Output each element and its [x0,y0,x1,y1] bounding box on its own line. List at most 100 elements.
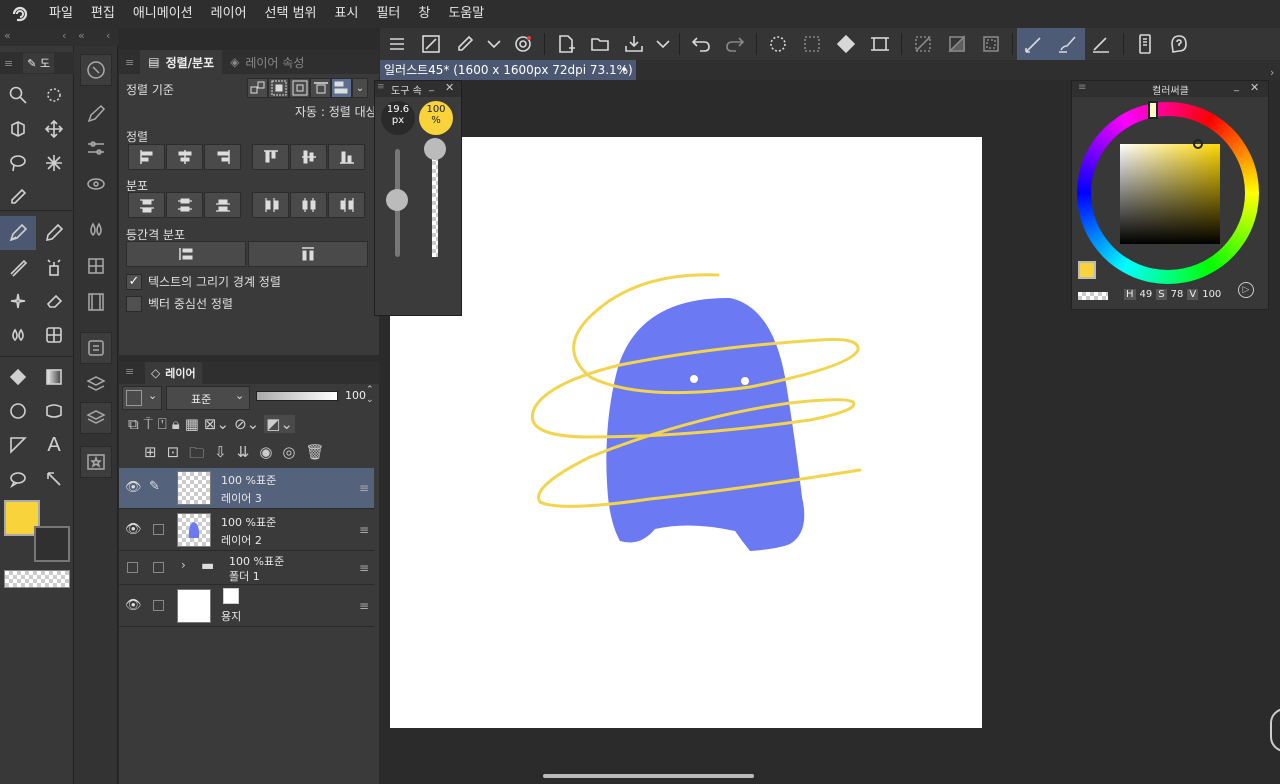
hue-picker-handle[interactable] [1148,101,1158,119]
deselect-button[interactable] [761,28,795,60]
line-correction-tool[interactable] [36,462,72,496]
brush-stroke-button[interactable] [1051,28,1085,60]
mask-apply-icon[interactable]: ◎ [282,443,295,468]
transparent-chip[interactable] [1078,292,1108,300]
brush-size-indicator[interactable]: 19.6 px [381,101,415,135]
align-vcenter-button[interactable] [290,144,327,170]
distribute-bottom-button[interactable] [204,192,241,218]
fill-tool[interactable] [0,360,36,394]
minimize-icon[interactable]: _ [429,81,434,92]
save-dropdown[interactable] [651,28,675,60]
undo-button[interactable] [684,28,718,60]
new-vector-layer-icon[interactable]: ⊡ [167,443,180,468]
navigator-button[interactable] [80,54,112,86]
decoration-tool[interactable] [0,284,36,318]
collapse-right-icon[interactable]: ‹ [62,29,66,42]
layer-edit-checkbox[interactable] [153,524,164,535]
align-panel-button[interactable] [80,332,112,364]
grid-tool[interactable] [36,318,72,352]
saturation-value-square[interactable] [1120,144,1220,244]
menu-help[interactable]: 도움말 [439,0,493,28]
basis-selection-button[interactable] [247,78,268,98]
close-icon[interactable]: ✕ [445,81,454,94]
color-set-button[interactable] [80,250,112,282]
clear-selection-button[interactable] [940,28,974,60]
save-button[interactable] [617,28,651,60]
eyedropper-tool[interactable] [0,180,36,214]
opacity-slider[interactable] [256,391,338,401]
brush-size-slider-thumb[interactable] [386,189,408,211]
move-tool[interactable] [36,112,72,146]
open-file-button[interactable] [583,28,617,60]
fit-window-button[interactable] [414,28,448,60]
minimize-icon[interactable]: _ [1234,81,1239,92]
menu-file[interactable]: 파일 [40,0,82,28]
layer-row-2[interactable]: 👁︎ 100 %표준 레이어 2 ≡ [119,510,374,551]
drag-handle-icon[interactable]: ≡ [359,599,369,613]
panel-menu-icon[interactable]: ≡ [1078,82,1086,93]
draft-layer-icon[interactable]: ⍞ [158,415,167,433]
chevron-right-icon[interactable]: › [181,558,186,572]
new-raster-layer-icon[interactable]: ⊞ [144,443,157,468]
menu-view[interactable]: 표시 [326,0,368,28]
collapse-icon[interactable]: « [78,29,85,42]
tool-panel-tab[interactable]: ✎ 도 [23,53,55,73]
trash-icon[interactable]: 🗑︎ [306,443,325,468]
basis-auto-button[interactable] [331,78,352,98]
menu-animation[interactable]: 애니메이션 [124,0,202,28]
transparent-color-swatch[interactable] [4,570,70,588]
drag-handle-icon[interactable]: ≡ [359,523,369,537]
device-button[interactable] [1128,28,1162,60]
align-left-button[interactable] [128,144,165,170]
color-mix-button[interactable] [80,214,112,246]
pen-settings-button[interactable] [1085,28,1119,60]
new-file-button[interactable] [549,28,583,60]
canvas-paper[interactable] [390,137,982,728]
opacity-stepper[interactable]: ⌃ ⌄ [366,385,374,405]
home-indicator[interactable] [543,774,754,778]
airbrush-tool[interactable] [36,250,72,284]
tool-settings-button[interactable] [80,132,112,164]
basis-frame-button[interactable] [289,78,310,98]
opacity-slider-track[interactable] [432,149,438,257]
paper-layer-row[interactable]: 👁︎ 용지 ≡ [119,586,374,627]
opacity-slider-thumb[interactable] [424,138,446,160]
fill-button[interactable] [829,28,863,60]
document-tab[interactable]: 일러스트45* (1600 x 1600px 72dpi 73.1%) • [380,60,636,80]
eye-icon[interactable]: 👁︎ [125,598,142,613]
app-logo-icon[interactable] [0,0,40,28]
basis-canvas-button[interactable] [268,78,289,98]
eyedropper-button[interactable] [448,28,482,60]
brush-tool[interactable] [0,250,36,284]
rotate-tool[interactable] [36,78,72,112]
reference-layer-icon[interactable]: ⍑ [144,415,153,433]
ruler-tool[interactable] [0,428,36,462]
drag-handle-icon[interactable]: ≡ [359,481,369,495]
pen-pressure-button[interactable] [1017,28,1051,60]
distribute-vcenter-button[interactable] [166,192,203,218]
drag-handle-icon[interactable]: ≡ [359,561,369,575]
layer-row-3[interactable]: 👁︎ ✎ 100 %표준 레이어 3 ≡ [119,468,374,509]
layer-color-mode-icon[interactable]: ◩⌄ [264,415,295,433]
pen-tool[interactable] [0,216,36,250]
figure-tool[interactable] [0,394,36,428]
align-right-button[interactable] [204,144,241,170]
distribute-hcenter-button[interactable] [290,192,327,218]
quick-access-button[interactable] [506,28,540,60]
chevron-left-icon[interactable]: ‹ [106,29,110,42]
main-color-chip[interactable] [1078,261,1096,279]
zoom-tool[interactable] [0,78,36,112]
close-icon[interactable]: ✕ [1250,81,1259,94]
layer-edit-checkbox[interactable] [153,600,164,611]
timeline-button[interactable] [80,286,112,318]
balloon-tool[interactable] [0,462,36,496]
equal-spacing-vertical-button[interactable] [126,241,246,267]
transform-button[interactable] [863,28,897,60]
align-bottom-button[interactable] [328,144,365,170]
sub-color-swatch[interactable] [34,526,70,562]
modified-dot-icon[interactable]: • [621,60,628,80]
folder-row-1[interactable]: › ▬ 100 %표준 폴더 1 ≡ [119,552,374,585]
material-button[interactable] [80,446,112,478]
new-folder-icon[interactable]: 🗀︎ [189,443,204,468]
sub-tool-button[interactable] [80,98,112,130]
